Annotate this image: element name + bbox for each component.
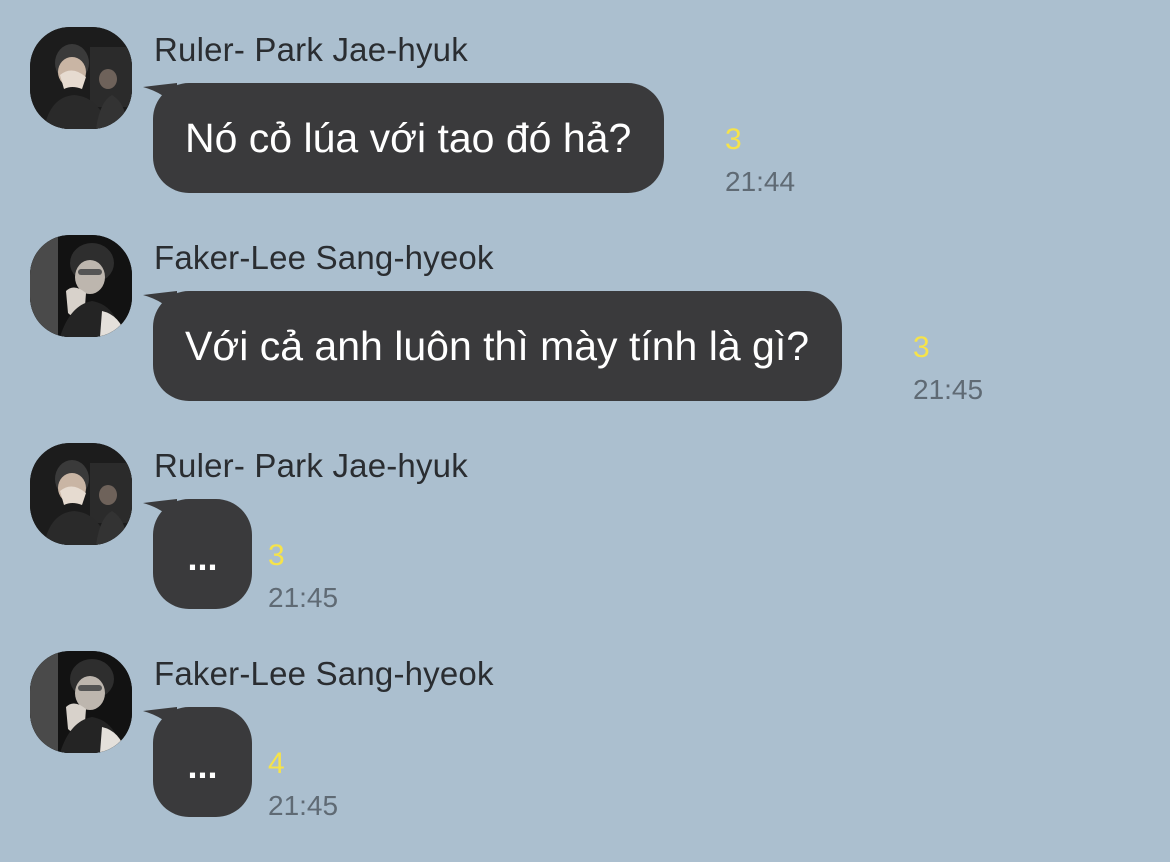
message-timestamp: 21:44 xyxy=(725,166,796,197)
sender-name: Faker-Lee Sang-hyeok xyxy=(154,655,494,692)
unread-count: 3 xyxy=(268,539,285,572)
avatar-faker[interactable] xyxy=(30,235,132,337)
message-bubble[interactable]: Với cả anh luôn thì mày tính là gì? xyxy=(153,291,843,401)
avatar-faker[interactable] xyxy=(30,651,132,753)
profile-photo-icon xyxy=(30,651,132,753)
message-row: Faker-Lee Sang-hyeok ... 4 21:45 xyxy=(0,651,1170,841)
profile-photo-icon xyxy=(30,27,132,129)
message-row: Ruler- Park Jae-hyuk ... 3 21:45 xyxy=(0,443,1170,633)
message-timestamp: 21:45 xyxy=(268,790,339,821)
avatar-ruler[interactable] xyxy=(30,443,132,545)
message-row: Ruler- Park Jae-hyuk Nó cỏ lúa với tao đ… xyxy=(0,27,1170,217)
profile-photo-icon xyxy=(30,443,132,545)
message-timestamp: 21:45 xyxy=(268,582,339,613)
unread-count: 3 xyxy=(725,123,742,156)
unread-count: 3 xyxy=(913,331,930,364)
sender-name: Ruler- Park Jae-hyuk xyxy=(154,447,468,484)
message-bubble[interactable]: Nó cỏ lúa với tao đó hả? xyxy=(153,83,665,193)
profile-photo-icon xyxy=(30,235,132,337)
sender-name: Faker-Lee Sang-hyeok xyxy=(154,239,494,276)
message-timestamp: 21:45 xyxy=(913,374,984,405)
avatar-ruler[interactable] xyxy=(30,27,132,129)
unread-count: 4 xyxy=(268,747,285,780)
message-row: Faker-Lee Sang-hyeok Với cả anh luôn thì… xyxy=(0,235,1170,425)
sender-name: Ruler- Park Jae-hyuk xyxy=(154,31,468,68)
message-bubble[interactable]: ... xyxy=(153,707,252,817)
message-bubble[interactable]: ... xyxy=(153,499,252,609)
